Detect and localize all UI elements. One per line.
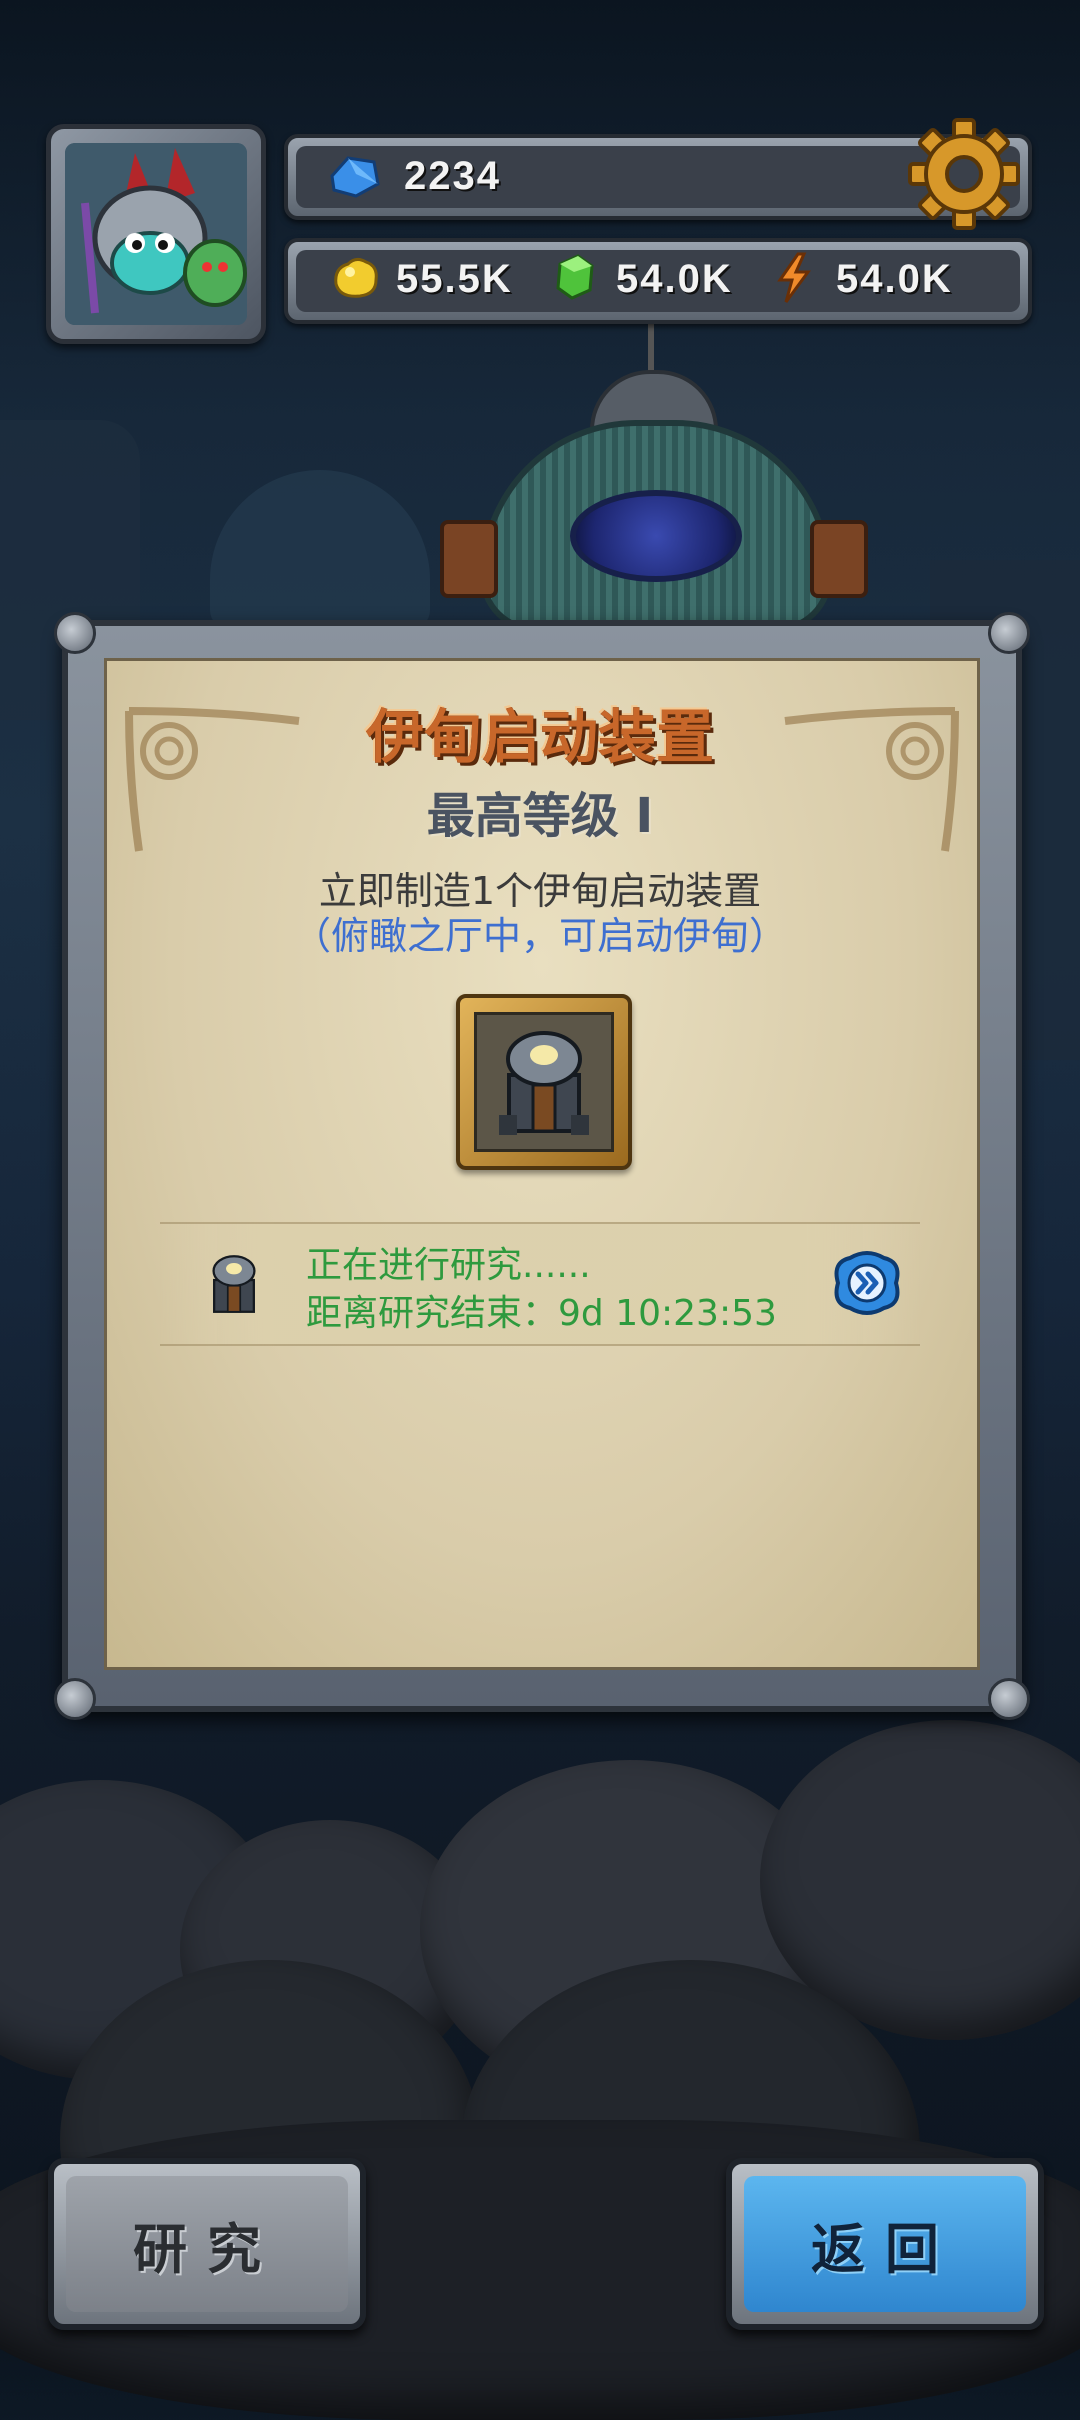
avatar — [65, 143, 247, 325]
gold-count: 55.5K — [396, 257, 513, 301]
max-level-label: 最高等级 I — [426, 788, 654, 844]
item-slot — [456, 994, 632, 1170]
research-item-icon — [212, 1255, 256, 1313]
stone-count: 54.0K — [616, 257, 733, 301]
building-title: 伊甸启动装置 — [365, 703, 714, 771]
back-button-label: 返回 — [744, 2176, 1026, 2312]
building-note: （俯瞰之厅中，可启动伊甸） — [292, 914, 787, 958]
research-button[interactable]: 研究 — [48, 2158, 366, 2330]
energy-count: 54.0K — [836, 257, 953, 301]
gem-icon — [330, 156, 380, 198]
back-button[interactable]: 返回 — [726, 2158, 1044, 2330]
green-crystal-icon — [556, 254, 594, 300]
research-button-label: 研究 — [66, 2176, 348, 2312]
gem-count: 2234 — [404, 154, 501, 198]
eden-device-icon — [499, 1031, 589, 1135]
research-status-text: 正在进行研究...... — [306, 1245, 591, 1286]
speed-up-button[interactable] — [828, 1248, 906, 1318]
research-remaining-time: 距离研究结束：9d 10:23:53 — [306, 1293, 777, 1334]
eden-machine-backdrop — [440, 320, 868, 632]
gold-icon — [334, 257, 378, 298]
settings-gear-icon[interactable] — [908, 118, 1020, 230]
hero-portrait-icon — [65, 143, 247, 325]
lightning-energy-icon — [777, 252, 811, 303]
player-avatar-button[interactable] — [46, 124, 266, 344]
